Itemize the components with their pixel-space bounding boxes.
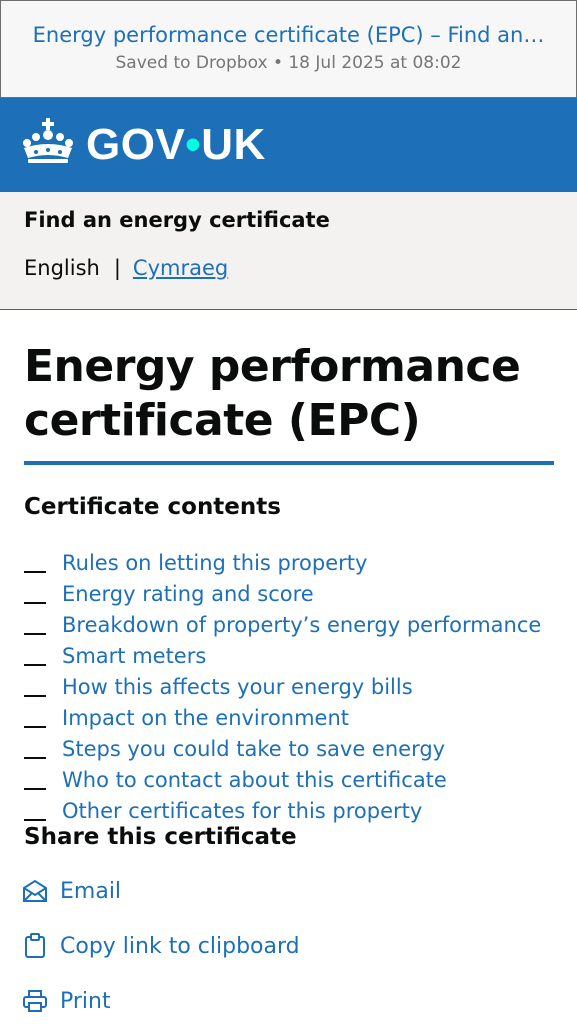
dash-icon bbox=[24, 756, 46, 759]
contents-item: How this affects your energy bills bbox=[24, 672, 541, 703]
share-email-link[interactable]: Email bbox=[60, 879, 121, 904]
contents-link-letting-rules[interactable]: Rules on letting this property bbox=[62, 551, 367, 575]
logo-text-gov: GOV bbox=[86, 120, 186, 169]
page-title: Energy performance certificate (EPC) bbox=[24, 341, 521, 446]
contents-item: Energy rating and score bbox=[24, 579, 541, 610]
dash-icon bbox=[24, 633, 46, 636]
contents-link-energy-rating[interactable]: Energy rating and score bbox=[62, 582, 314, 606]
service-bar: Find an energy certificate English | Cymra… bbox=[0, 192, 577, 310]
clipboard-icon bbox=[25, 933, 45, 958]
contents-link-energy-bills[interactable]: How this affects your energy bills bbox=[62, 675, 413, 699]
saved-status: Saved to Dropbox • 18 Jul 2025 at 08:02 bbox=[115, 53, 462, 73]
contents-link-environment[interactable]: Impact on the environment bbox=[62, 706, 349, 730]
dash-icon bbox=[24, 664, 46, 667]
dash-icon bbox=[24, 787, 46, 790]
dash-icon bbox=[24, 571, 46, 574]
share-copy-link-label[interactable]: Copy link to clipboard bbox=[60, 934, 300, 959]
contents-link-other-certificates[interactable]: Other certificates for this property bbox=[62, 799, 422, 823]
dash-icon bbox=[24, 602, 46, 605]
dash-icon bbox=[24, 818, 46, 821]
share-email[interactable]: Email bbox=[22, 878, 121, 904]
language-current: English bbox=[24, 256, 100, 280]
contents-item: Impact on the environment bbox=[24, 702, 541, 733]
logo-dot: • bbox=[185, 120, 202, 169]
printer-icon bbox=[23, 990, 47, 1012]
govuk-logo[interactable]: GOV•UK bbox=[86, 120, 266, 170]
contents-item: Breakdown of property’s energy performan… bbox=[24, 610, 541, 641]
contents-item: Other certificates for this property bbox=[24, 795, 541, 826]
share-print-link[interactable]: Print bbox=[60, 989, 111, 1014]
envelope-icon bbox=[23, 879, 47, 902]
contents-list: Rules on letting this property Energy ra… bbox=[24, 548, 541, 826]
dash-icon bbox=[24, 695, 46, 697]
language-switcher: English | Cymraeg bbox=[24, 256, 228, 280]
contents-item: Steps you could take to save energy bbox=[24, 733, 541, 764]
contents-link-breakdown[interactable]: Breakdown of property’s energy performan… bbox=[62, 613, 541, 637]
share-copy-link[interactable]: Copy link to clipboard bbox=[22, 933, 300, 959]
contents-link-save-energy[interactable]: Steps you could take to save energy bbox=[62, 737, 445, 761]
contents-heading: Certificate contents bbox=[24, 494, 281, 520]
logo-text-uk: UK bbox=[201, 120, 266, 169]
contents-link-contact[interactable]: Who to contact about this certificate bbox=[62, 768, 447, 792]
share-print[interactable]: Print bbox=[22, 988, 111, 1014]
share-heading: Share this certificate bbox=[24, 824, 297, 850]
language-separator: | bbox=[113, 256, 121, 280]
title-divider bbox=[24, 461, 554, 465]
contents-item: Rules on letting this property bbox=[24, 548, 541, 579]
service-name[interactable]: Find an energy certificate bbox=[24, 208, 330, 232]
dash-icon bbox=[24, 725, 46, 728]
contents-item: Who to contact about this certificate bbox=[24, 764, 541, 795]
browser-title-bar: Energy performance certificate (EPC) – F… bbox=[0, 0, 577, 98]
contents-link-smart-meters[interactable]: Smart meters bbox=[62, 644, 206, 668]
page-tab-title[interactable]: Energy performance certificate (EPC) – F… bbox=[1, 23, 576, 47]
language-link-cymraeg[interactable]: Cymraeg bbox=[133, 256, 228, 280]
contents-item: Smart meters bbox=[24, 641, 541, 672]
crown-icon[interactable] bbox=[22, 118, 74, 164]
